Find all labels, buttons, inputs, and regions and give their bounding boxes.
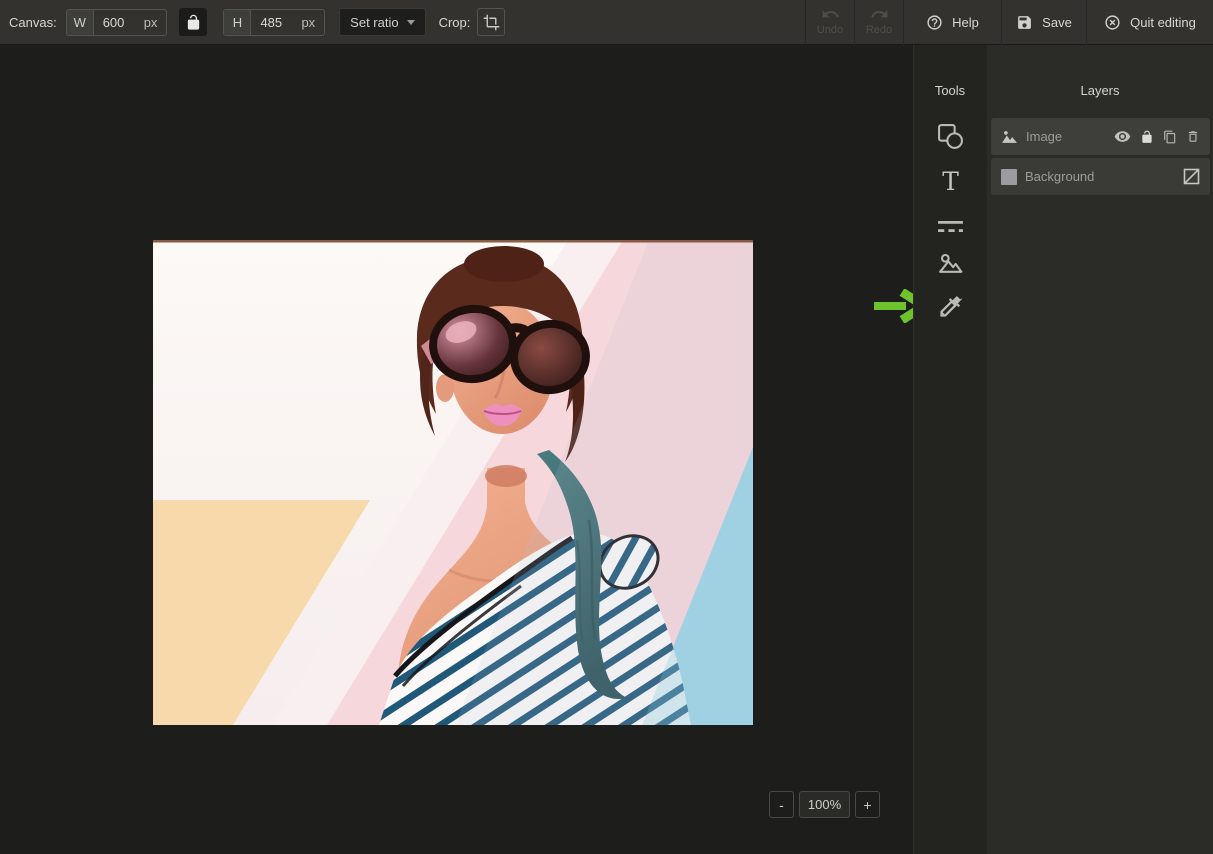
svg-text:T: T — [942, 168, 959, 195]
color-picker-tool[interactable] — [937, 293, 964, 320]
text-tool[interactable]: T — [937, 168, 964, 195]
zoom-controls: - 100% + — [769, 791, 880, 818]
save-button[interactable]: Save — [1002, 0, 1086, 45]
delete-layer-button[interactable] — [1186, 129, 1200, 144]
image-tool[interactable] — [937, 250, 964, 277]
layer-row-image[interactable]: Image — [991, 118, 1210, 155]
duplicate-icon — [1163, 130, 1177, 144]
quit-editing-label: Quit editing — [1130, 15, 1196, 30]
transparent-fill-button[interactable] — [1183, 168, 1200, 185]
help-button[interactable]: Help — [904, 0, 1001, 45]
layers-panel-title: Layers — [987, 45, 1213, 98]
crop-icon — [483, 14, 500, 31]
layer-actions — [1114, 129, 1200, 144]
layer-list: Image — [991, 118, 1210, 195]
width-label: W — [67, 10, 94, 35]
canvas-area: - 100% + — [0, 45, 913, 854]
text-icon: T — [937, 168, 964, 195]
background-color-swatch — [1001, 169, 1017, 185]
canvas-height-group: H px — [223, 9, 325, 36]
save-icon — [1016, 14, 1033, 31]
layers-panel: Layers Image — [986, 45, 1213, 854]
top-toolbar: Canvas: W px H px Set ratio Crop: Undo — [0, 0, 1213, 45]
eye-icon — [1114, 130, 1131, 143]
layer-name: Background — [1025, 169, 1175, 184]
set-ratio-dropdown[interactable]: Set ratio — [339, 8, 425, 36]
set-ratio-value: Set ratio — [350, 15, 398, 30]
zoom-out-button[interactable]: - — [769, 791, 794, 818]
height-unit: px — [301, 15, 324, 30]
shapes-tool[interactable] — [937, 123, 964, 150]
layer-name: Image — [1026, 129, 1106, 144]
lines-tool[interactable] — [937, 213, 964, 240]
help-icon — [926, 14, 943, 31]
trash-icon — [1186, 129, 1200, 144]
undo-icon — [821, 8, 840, 22]
crop-label: Crop: — [439, 15, 471, 30]
image-icon — [937, 250, 964, 277]
height-label: H — [224, 10, 251, 35]
shapes-icon — [937, 123, 964, 150]
photo-layer-icon — [1001, 129, 1018, 144]
undo-label: Undo — [817, 24, 843, 36]
close-circle-icon — [1104, 14, 1121, 31]
crop-button[interactable] — [477, 8, 505, 36]
zoom-in-button[interactable]: + — [855, 791, 880, 818]
unlock-icon — [1140, 130, 1154, 144]
lock-toggle-button[interactable] — [1140, 130, 1154, 144]
redo-label: Redo — [866, 24, 892, 36]
redo-icon — [870, 8, 889, 22]
help-label: Help — [952, 15, 979, 30]
visibility-button[interactable] — [1114, 130, 1131, 143]
canvas-image[interactable] — [153, 240, 753, 725]
zoom-level-display[interactable]: 100% — [799, 791, 850, 818]
tools-panel-title: Tools — [914, 45, 986, 98]
save-label: Save — [1042, 15, 1072, 30]
redo-button[interactable]: Redo — [855, 0, 903, 45]
quit-editing-button[interactable]: Quit editing — [1087, 0, 1213, 45]
layer-actions — [1183, 168, 1200, 185]
tools-panel: Tools T — [913, 45, 986, 854]
canvas-width-input[interactable] — [94, 15, 144, 30]
width-unit: px — [144, 15, 167, 30]
layer-row-background[interactable]: Background — [991, 158, 1210, 195]
aspect-lock-button[interactable] — [179, 8, 207, 36]
chevron-down-icon — [407, 20, 415, 25]
duplicate-layer-button[interactable] — [1163, 130, 1177, 144]
canvas-label: Canvas: — [9, 15, 57, 30]
canvas-height-input[interactable] — [251, 15, 301, 30]
canvas-width-group: W px — [66, 9, 168, 36]
lines-icon — [937, 213, 964, 240]
transparent-icon — [1183, 168, 1200, 185]
unlock-icon — [185, 14, 202, 31]
eyedropper-icon — [937, 293, 964, 320]
undo-button[interactable]: Undo — [806, 0, 854, 45]
